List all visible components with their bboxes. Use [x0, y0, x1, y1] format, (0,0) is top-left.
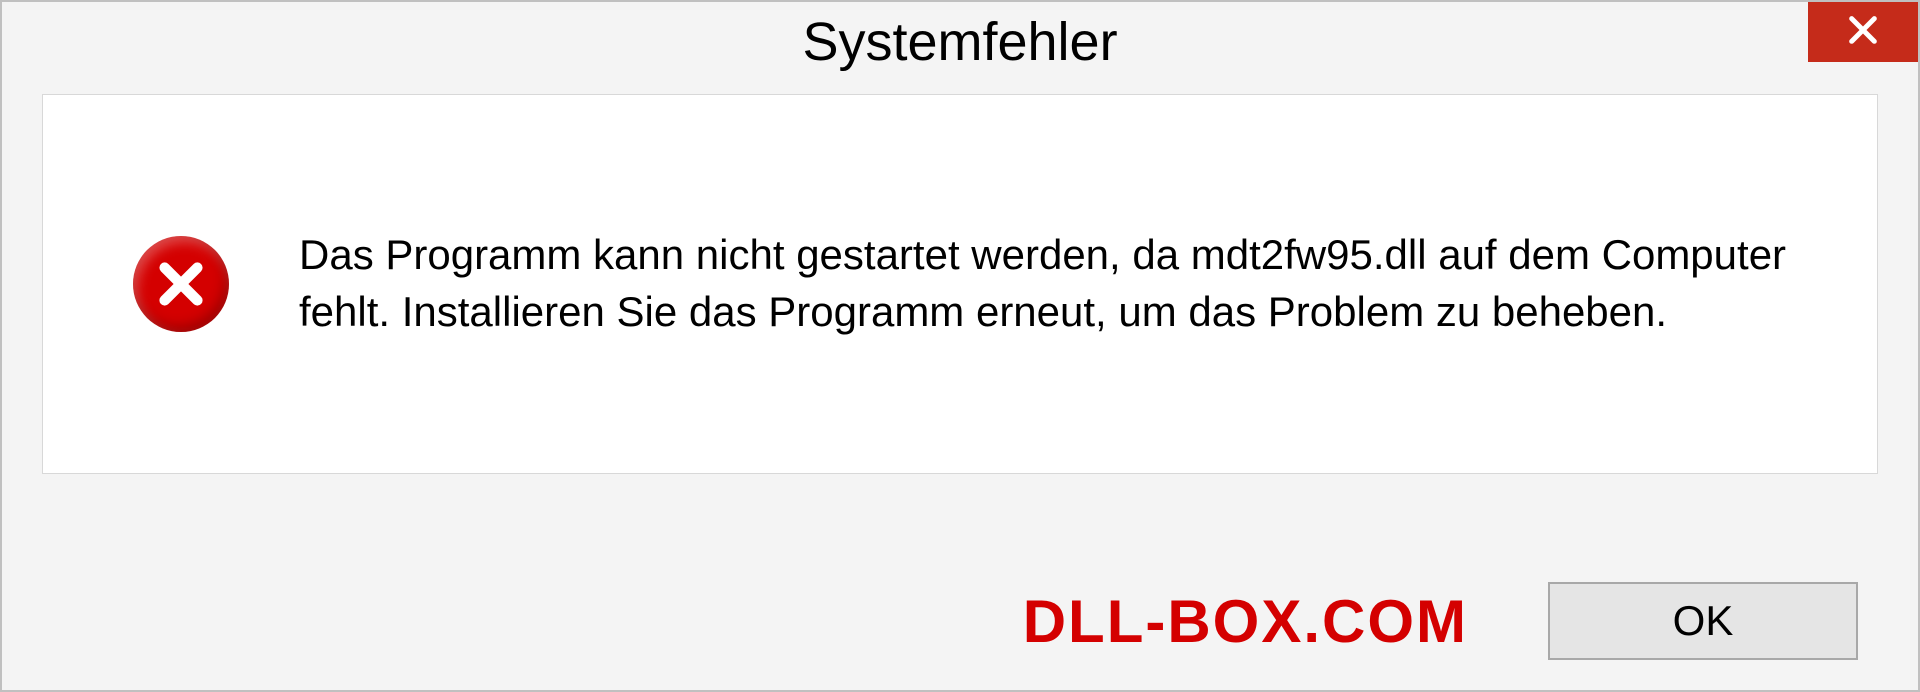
watermark-text: DLL-BOX.COM — [1023, 587, 1468, 656]
ok-button[interactable]: OK — [1548, 582, 1858, 660]
ok-button-label: OK — [1673, 597, 1734, 645]
error-message: Das Programm kann nicht gestartet werden… — [299, 227, 1817, 340]
bottom-bar: DLL-BOX.COM OK — [2, 582, 1918, 660]
close-button[interactable] — [1808, 2, 1918, 62]
title-bar: Systemfehler — [2, 2, 1918, 82]
close-icon — [1846, 13, 1880, 52]
error-icon — [133, 236, 229, 332]
window-title: Systemfehler — [802, 11, 1117, 73]
content-panel: Das Programm kann nicht gestartet werden… — [42, 94, 1878, 474]
